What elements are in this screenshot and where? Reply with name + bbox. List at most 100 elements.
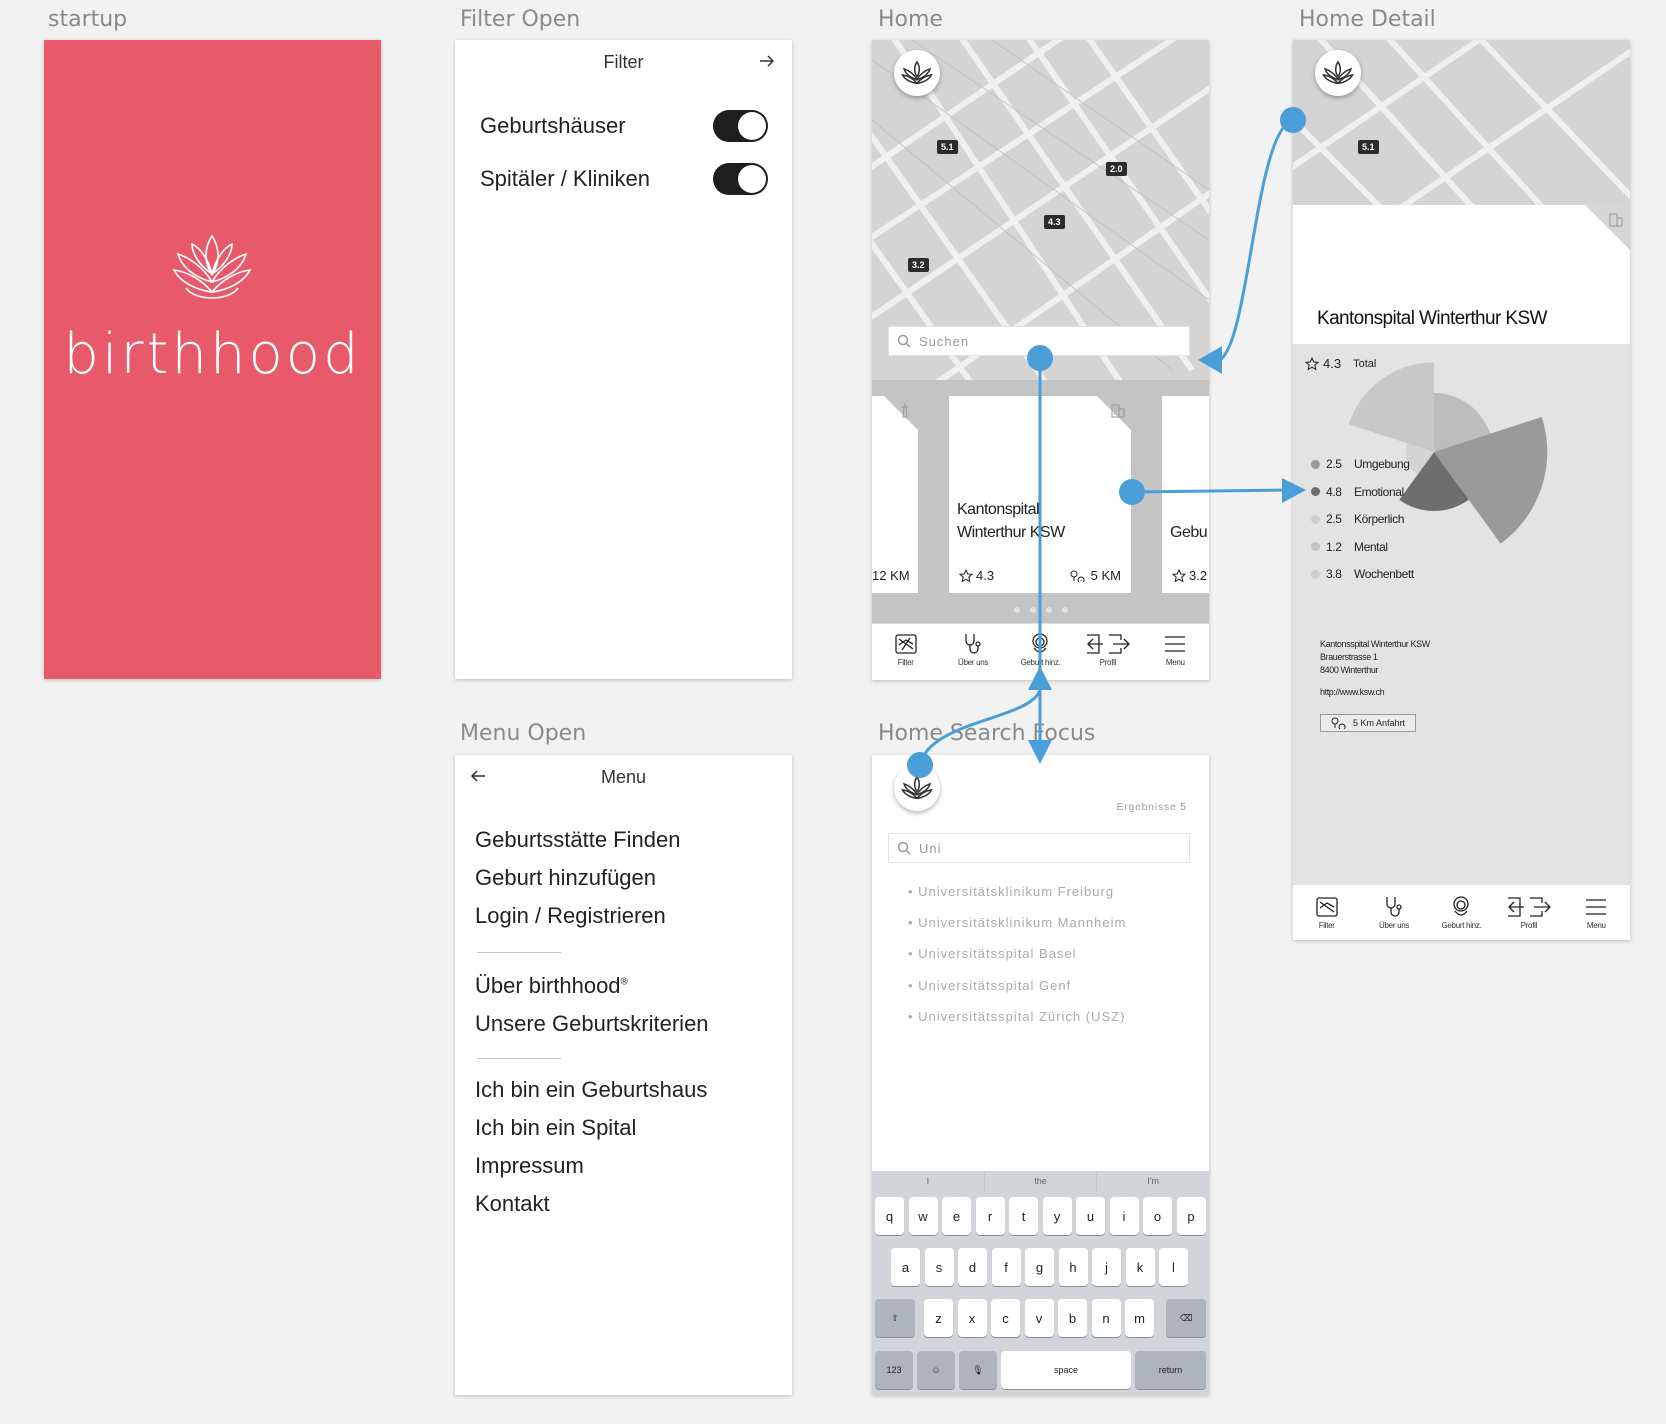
category-label: Mental: [1354, 539, 1388, 554]
card-name-line: Winterthur KSW: [957, 524, 1065, 541]
toggle-label: Geburtshäuser: [480, 113, 626, 138]
detail-body: 4.3 Total 2.5 Umgebung 4.8 Emotional 2.5 Körp…: [1293, 344, 1630, 884]
key-l[interactable]: l: [1159, 1248, 1188, 1286]
tab-menu[interactable]: Menu: [1145, 632, 1205, 667]
key-z[interactable]: z: [924, 1299, 953, 1337]
menu-item-geburtskriterien[interactable]: Unsere Geburtskriterien: [475, 1011, 709, 1037]
tab-ueber-uns[interactable]: Über uns: [1364, 895, 1424, 940]
tab-filter[interactable]: Filter: [1297, 895, 1357, 940]
toggle-row-geburtshaeuser: Geburtshäuser: [480, 108, 768, 144]
key-x[interactable]: x: [957, 1299, 987, 1337]
arrow-right-icon[interactable]: [758, 53, 776, 69]
map-pin[interactable]: 4.3: [1044, 215, 1065, 229]
microphone-key[interactable]: 🎙: [959, 1351, 997, 1389]
menu-item-spital[interactable]: Ich bin ein Spital: [475, 1115, 636, 1141]
return-key[interactable]: return: [1135, 1351, 1206, 1389]
filter-screen: Filter Geburtshäuser Spitäler / Kliniken: [455, 40, 792, 679]
space-key[interactable]: space: [1001, 1351, 1131, 1389]
key-s[interactable]: s: [924, 1248, 954, 1286]
key-d[interactable]: d: [958, 1248, 987, 1286]
key-y[interactable]: y: [1042, 1197, 1072, 1235]
key-b[interactable]: b: [1058, 1299, 1087, 1337]
clinic-card-ksw[interactable]: Kantonspital Winterthur KSW 4.3 5 KM: [949, 396, 1131, 593]
category-dot: [1311, 514, 1320, 524]
map-view[interactable]: 5.1 2.0 4.3 3.2 Suchen: [872, 40, 1209, 380]
key-w[interactable]: w: [908, 1197, 938, 1235]
tab-geburt-hinzufuegen[interactable]: Geburt hinz.: [1431, 895, 1491, 940]
key-f[interactable]: f: [991, 1248, 1021, 1286]
map-pin[interactable]: 3.2: [908, 258, 929, 272]
delete-key[interactable]: ⌫: [1166, 1299, 1206, 1337]
key-i[interactable]: i: [1109, 1197, 1139, 1235]
search-result[interactable]: • Universitätsklinikum Mannheim: [908, 915, 1126, 930]
emoji-key[interactable]: ☺: [917, 1351, 955, 1389]
tab-profil[interactable]: Profil: [1078, 632, 1138, 667]
key-o[interactable]: o: [1143, 1197, 1172, 1235]
key-g[interactable]: g: [1025, 1248, 1054, 1286]
tab-menu[interactable]: Menu: [1566, 895, 1626, 940]
menu-item-geburtsstaette-finden[interactable]: Geburtsstätte Finden: [475, 827, 680, 853]
clinic-card[interactable]: 12 KM: [872, 396, 918, 593]
key-r[interactable]: r: [975, 1197, 1005, 1235]
search-input[interactable]: Uni: [888, 833, 1190, 863]
category-dot: [1311, 569, 1320, 579]
tab-filter[interactable]: Filter: [876, 632, 936, 667]
tab-geburt-hinzufuegen[interactable]: Geburt hinz.: [1010, 632, 1070, 667]
menu-item-ueber-birthhood[interactable]: Über birthhood®: [475, 973, 628, 999]
key-p[interactable]: p: [1176, 1197, 1206, 1235]
logo-avatar[interactable]: [894, 50, 940, 96]
key-q[interactable]: q: [875, 1197, 904, 1235]
carousel-pagination[interactable]: [872, 607, 1209, 613]
map-pin[interactable]: 2.0: [1106, 162, 1127, 176]
search-result[interactable]: • Universitätsspital Basel: [908, 946, 1077, 961]
logo-avatar[interactable]: [1315, 50, 1361, 96]
menu-divider: [477, 1058, 561, 1059]
map-pin[interactable]: 5.1: [1358, 140, 1379, 154]
key-a[interactable]: a: [891, 1248, 920, 1286]
search-result[interactable]: • Universitätsspital Zürich (USZ): [908, 1009, 1125, 1024]
geburtshaeuser-switch[interactable]: [713, 110, 768, 142]
suggestion[interactable]: I: [872, 1171, 985, 1191]
spitaeler-switch[interactable]: [713, 163, 768, 195]
search-input[interactable]: Suchen: [888, 326, 1190, 356]
tab-ueber-uns[interactable]: Über uns: [943, 632, 1003, 667]
key-j[interactable]: j: [1092, 1248, 1121, 1286]
key-e[interactable]: e: [942, 1197, 971, 1235]
suggestion[interactable]: the: [985, 1171, 1098, 1191]
website-link[interactable]: http://www.ksw.ch: [1320, 686, 1385, 699]
menu-item-login[interactable]: Login / Registrieren: [475, 903, 666, 929]
menu-item-kontakt[interactable]: Kontakt: [475, 1191, 550, 1217]
menu-item-impressum[interactable]: Impressum: [475, 1153, 584, 1179]
key-m[interactable]: m: [1125, 1299, 1154, 1337]
suggestion[interactable]: I'm: [1097, 1171, 1209, 1191]
search-result[interactable]: • Universitätsklinikum Freiburg: [908, 884, 1114, 899]
clinic-carousel[interactable]: 12 KM Kantonspital Winterthur KSW 4.3 5 K…: [872, 380, 1209, 623]
hamburger-icon: [1586, 899, 1607, 915]
key-v[interactable]: v: [1024, 1299, 1054, 1337]
baby-icon: [1032, 633, 1049, 653]
key-k[interactable]: k: [1125, 1248, 1155, 1286]
key-c[interactable]: c: [991, 1299, 1020, 1337]
key-h[interactable]: h: [1058, 1248, 1088, 1286]
numbers-key[interactable]: 123: [875, 1351, 913, 1389]
shift-key[interactable]: ⇧: [875, 1299, 915, 1337]
clinic-card[interactable]: Gebu 3.2: [1162, 396, 1209, 593]
clinic-title: Kantonspital Winterthur KSW: [1317, 308, 1547, 329]
route-button[interactable]: 5 Km Anfahrt: [1320, 714, 1417, 732]
artboard-label-search: Home Search Focus: [878, 721, 1096, 746]
menu-item-geburt-hinzufuegen[interactable]: Geburt hinzufügen: [475, 865, 656, 891]
key-u[interactable]: u: [1076, 1197, 1105, 1235]
category-dot: [1311, 542, 1320, 551]
logo-avatar[interactable]: [894, 765, 940, 811]
menu-item-geburtshaus[interactable]: Ich bin ein Geburtshaus: [475, 1077, 707, 1103]
brand-wordmark: birthhood: [63, 322, 362, 387]
artboard-label-home: Home: [878, 7, 943, 32]
search-result[interactable]: • Universitätsspital Genf: [908, 978, 1071, 993]
key-n[interactable]: n: [1091, 1299, 1121, 1337]
tab-profil[interactable]: Profil: [1499, 895, 1559, 940]
artboard-label-detail: Home Detail: [1299, 7, 1436, 32]
building-icon: [1608, 211, 1624, 232]
map-view[interactable]: 5.1: [1293, 40, 1630, 205]
key-t[interactable]: t: [1009, 1197, 1038, 1235]
map-pin[interactable]: 5.1: [937, 140, 958, 154]
